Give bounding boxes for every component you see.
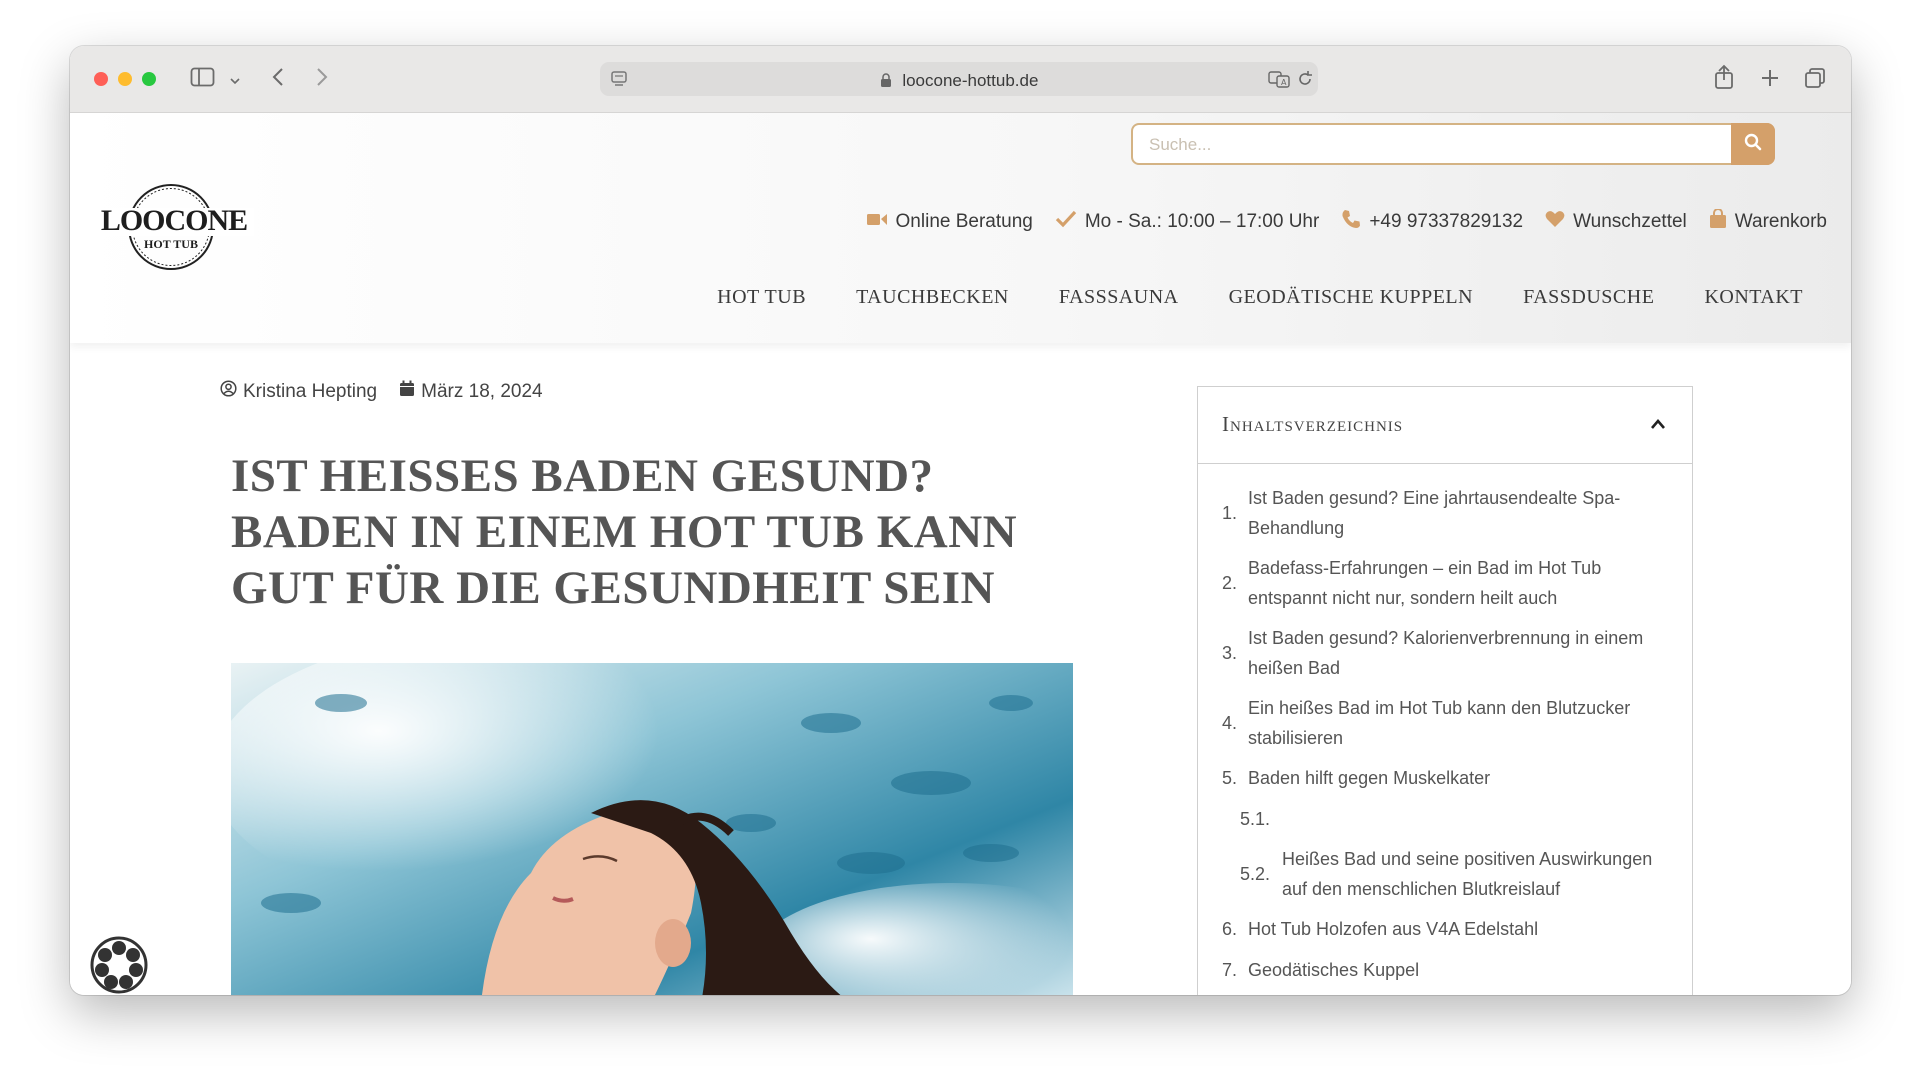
user-circle-icon [220,380,237,403]
toc-item[interactable]: 5.2. Heißes Bad und seine positiven Auswi… [1222,845,1672,904]
sidebar-toggle-icon[interactable] [190,66,216,93]
url-text: loocone-hottub.de [600,71,1318,91]
author[interactable]: Kristina Hepting [220,380,377,403]
cart-label: Warenkorb [1734,211,1827,232]
cookie-icon [90,936,148,994]
chevron-up-icon[interactable] [1650,417,1666,435]
minimize-window-button[interactable] [118,72,132,86]
svg-text:HOT TUB: HOT TUB [144,237,198,251]
nav-item-tauchbecken[interactable]: TAUCHBECKEN [856,286,1009,309]
hero-image [231,663,1073,995]
toc-item[interactable]: 2. Badefass-Erfahrungen – ein Bad im Hot … [1222,554,1672,613]
opening-hours: Mo - Sa.: 10:00 – 17:00 Uhr [1055,210,1319,234]
toc-title: Inhaltsverzeichnis [1222,412,1404,436]
zoom-window-button[interactable] [142,72,156,86]
author-name: Kristina Hepting [243,380,378,402]
opening-hours-label: Mo - Sa.: 10:00 – 17:00 Uhr [1084,211,1320,232]
search-box [1131,123,1775,165]
main-navigation: HOT TUB TAUCHBECKEN FASSSAUNA GEODÄTISCH… [717,286,1803,309]
cart-link[interactable]: Warenkorb [1709,208,1827,235]
svg-text:A: A [1281,78,1287,87]
calendar-icon [399,380,415,403]
nav-item-fasssauna[interactable]: FASSSAUNA [1059,286,1179,309]
toc-item[interactable]: 5.1. [1222,805,1672,835]
toc-item-number: 4. [1222,712,1238,733]
toc-item[interactable]: 1. Ist Baden gesund? Eine jahrtausendealt… [1222,484,1672,543]
toc-item[interactable]: 3. Ist Baden gesund? Kalorienverbrennung … [1222,624,1672,683]
toc-item[interactable]: 7. Geodätisches Kuppel [1222,956,1672,986]
table-of-contents: Inhaltsverzeichnis 1. Ist Baden gesund? E… [1197,386,1693,995]
toc-item[interactable]: 5. Baden hilft gegen Muskelkater [1222,764,1672,794]
nav-item-geodaetische-kuppeln[interactable]: GEODÄTISCHE KUPPELN [1229,286,1474,309]
shopping-bag-icon [1709,208,1727,235]
video-camera-icon [866,211,888,233]
article-meta: Kristina Hepting März 18, 2024 [220,380,543,403]
toc-item-number: 5. [1222,768,1238,788]
toc-item-label: Hot Tub Holzofen aus V4A Edelstahl [1248,919,1539,939]
svg-text:LOOCONE: LOOCONE [101,204,247,237]
publish-date: März 18, 2024 [399,380,543,403]
back-arrow-icon[interactable] [272,67,284,92]
toc-item-number: 2. [1222,572,1238,593]
header-info-bar: Online Beratung Mo - Sa.: 10:00 – 17:00 … [866,208,1827,235]
translate-icon[interactable]: A [1268,70,1292,93]
nav-item-fassdusche[interactable]: FASSDUSCHE [1523,286,1654,309]
new-tab-icon[interactable] [1760,68,1780,93]
toc-header[interactable]: Inhaltsverzeichnis [1198,387,1692,464]
toc-item-number: 3. [1222,642,1238,663]
web-page: LOOCONE HOT TUB Online Beratung Mo - Sa.… [70,113,1851,995]
toc-item[interactable]: 6. Hot Tub Holzofen aus V4A Edelstahl [1222,915,1672,945]
toc-item-label: Baden hilft gegen Muskelkater [1248,768,1491,788]
toc-list: 1. Ist Baden gesund? Eine jahrtausendealt… [1222,484,1672,995]
close-window-button[interactable] [94,72,108,86]
wishlist-link[interactable]: Wunschzettel [1545,210,1687,234]
wishlist-label: Wunschzettel [1573,211,1687,232]
toc-item-label: Ein heißes Bad im Hot Tub kann den Blutz… [1248,698,1631,748]
lock-icon [880,71,903,90]
search-icon [1744,133,1762,156]
toc-item[interactable]: 4. Ein heißes Bad im Hot Tub kann den Blu… [1222,694,1672,753]
toc-item-label: Ist Baden gesund? Eine jahrtausendealte … [1248,488,1621,538]
forward-arrow-icon[interactable] [316,67,328,92]
cookie-settings-button[interactable] [90,936,148,994]
online-consult-label: Online Beratung [895,211,1033,232]
nav-item-hot-tub[interactable]: HOT TUB [717,286,806,309]
article-title: IST HEISSES BADEN GESUND? BADEN IN EINEM… [231,450,1018,614]
tab-overview-icon[interactable] [1804,67,1826,94]
search-button[interactable] [1731,123,1775,165]
site-header: LOOCONE HOT TUB Online Beratung Mo - Sa.… [70,113,1851,343]
check-icon [1055,210,1077,234]
date-label: März 18, 2024 [421,380,543,402]
browser-toolbar: loocone-hottub.de A [70,46,1851,113]
url-label: loocone-hottub.de [902,71,1039,90]
toc-item-label: Geodätisches Kuppel [1248,959,1420,980]
chevron-down-icon[interactable] [230,72,240,90]
share-icon[interactable] [1714,64,1734,95]
site-logo[interactable]: LOOCONE HOT TUB [94,182,254,276]
nav-item-kontakt[interactable]: KONTAKT [1704,286,1803,309]
toc-item-number: 1. [1222,502,1238,523]
search-input[interactable] [1147,134,1711,156]
phone-icon [1341,209,1361,235]
phone-label: +49 97337829132 [1369,211,1524,232]
toc-item-label: Heißes Bad und seine positiven Auswirkun… [1282,849,1653,899]
address-bar[interactable]: loocone-hottub.de A [600,62,1318,96]
online-consult-link[interactable]: Online Beratung [866,211,1033,233]
toc-item-label: Badefass-Erfahrungen – ein Bad im Hot Tu… [1248,558,1602,608]
toc-item-number: 6. [1222,919,1238,939]
toc-item-label: Ist Baden gesund? Kalorienverbrennung in… [1248,628,1644,678]
toc-item-number: 7. [1222,959,1238,980]
toc-item-number: 5.2. [1240,863,1271,884]
phone-link[interactable]: +49 97337829132 [1341,209,1523,235]
heart-icon [1545,210,1565,234]
reload-icon[interactable] [1296,70,1314,93]
browser-window: loocone-hottub.de A Suche... LOOCONE HOT… [70,46,1851,995]
toc-item-number: 5.1. [1240,808,1271,829]
